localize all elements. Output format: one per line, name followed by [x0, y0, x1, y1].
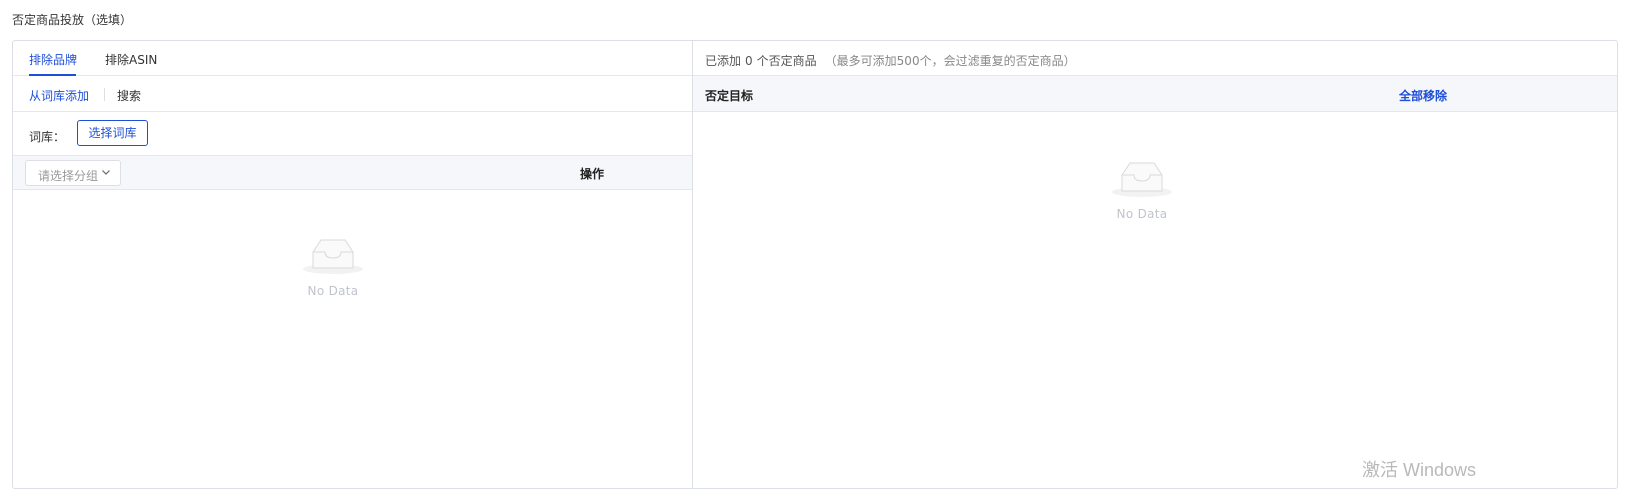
right-empty-state: No Data	[1082, 157, 1202, 221]
left-table-header: 请选择分组 操作	[13, 156, 692, 190]
column-negative-target: 否定目标	[705, 89, 754, 103]
right-empty-text: No Data	[1116, 207, 1168, 221]
right-pane: 已添加 0 个否定商品 （最多可添加500个，会过滤重复的否定商品） 否定目标 全部移…	[693, 41, 1617, 488]
exclusion-tabs: 排除品牌 排除ASIN	[13, 41, 692, 76]
subtab-search[interactable]: 搜索	[117, 87, 141, 104]
group-select-placeholder: 请选择分组	[38, 169, 99, 183]
subtab-from-library[interactable]: 从词库添加	[29, 87, 89, 104]
left-empty-text: No Data	[307, 284, 359, 298]
added-summary-text: 已添加 0 个否定商品 （最多可添加500个，会过滤重复的否定商品）	[705, 52, 1076, 69]
chevron-down-icon	[102, 170, 110, 175]
tab-exclude-brand[interactable]: 排除品牌	[29, 51, 77, 68]
added-summary: 已添加 0 个否定商品 （最多可添加500个，会过滤重复的否定商品）	[693, 41, 1617, 76]
added-hint: （最多可添加500个，会过滤重复的否定商品）	[824, 54, 1076, 68]
library-label: 词库：	[29, 130, 66, 144]
remove-all-button[interactable]: 全部移除	[1399, 87, 1447, 104]
select-library-button[interactable]: 选择词库	[77, 120, 148, 146]
left-pane: 排除品牌 排除ASIN 从词库添加 搜索 词库： 选择词库 请选择分组 操作 N…	[13, 41, 693, 488]
operations-header: 操作	[580, 167, 605, 181]
added-suffix: 个否定商品	[756, 54, 817, 68]
added-prefix: 已添加	[705, 54, 742, 68]
left-empty-state: No Data	[273, 234, 393, 298]
negative-product-panel: 排除品牌 排除ASIN 从词库添加 搜索 词库： 选择词库 请选择分组 操作 N…	[12, 40, 1618, 489]
right-table-header: 否定目标 全部移除	[693, 76, 1617, 112]
library-row: 词库： 选择词库	[13, 112, 692, 156]
source-subtabs: 从词库添加 搜索	[13, 76, 692, 112]
windows-activation-watermark: 激活 Windows	[1362, 460, 1477, 480]
subtab-divider	[104, 88, 105, 101]
added-count: 0	[745, 54, 753, 68]
empty-inbox-icon	[1112, 162, 1172, 197]
empty-inbox-icon	[303, 239, 363, 274]
tab-exclude-asin[interactable]: 排除ASIN	[105, 51, 157, 68]
section-title: 否定商品投放（选填）	[12, 13, 133, 27]
group-select[interactable]: 请选择分组	[25, 160, 121, 186]
